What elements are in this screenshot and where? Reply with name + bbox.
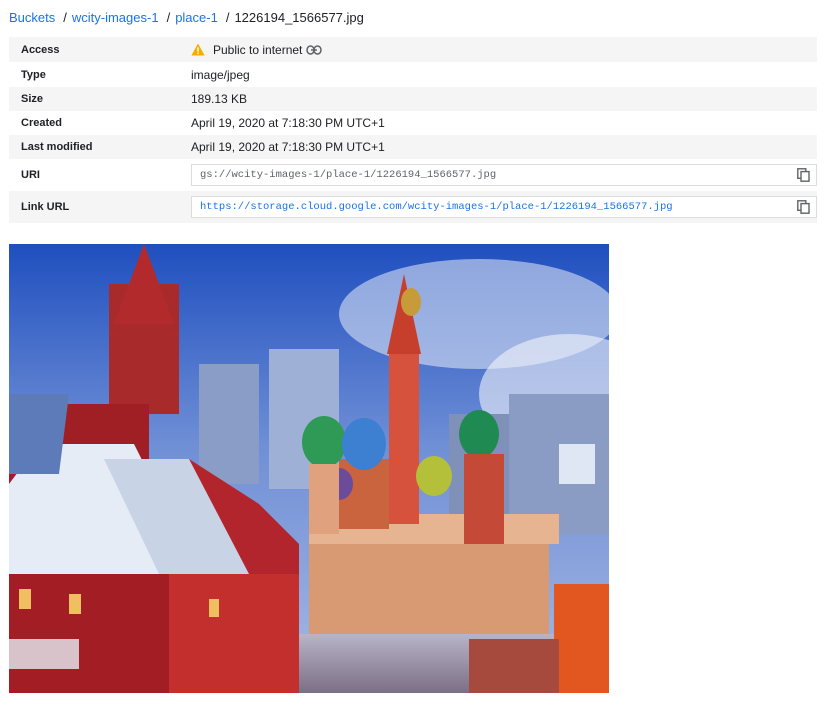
- type-label: Type: [21, 68, 46, 81]
- object-details-table: Access Public to internet Type image/jpe…: [9, 37, 817, 223]
- breadcrumb-current-file: 1226194_1566577.jpg: [234, 10, 364, 25]
- last-modified-value: April 19, 2020 at 7:18:30 PM UTC+1: [191, 140, 385, 154]
- copy-icon[interactable]: [797, 200, 810, 214]
- last-modified-label: Last modified: [21, 141, 93, 153]
- access-row: Access Public to internet: [9, 37, 817, 62]
- type-value: image/jpeg: [191, 67, 250, 82]
- breadcrumb-buckets-link[interactable]: Buckets: [9, 10, 55, 25]
- uri-field[interactable]: gs://wcity-images-1/place-1/1226194_1566…: [191, 164, 817, 186]
- type-row: Type image/jpeg: [9, 62, 817, 87]
- link-url-field[interactable]: https://storage.cloud.google.com/wcity-i…: [191, 196, 817, 218]
- breadcrumb-separator: /: [63, 10, 67, 25]
- warning-icon: [191, 43, 205, 56]
- link-url-value[interactable]: https://storage.cloud.google.com/wcity-i…: [200, 201, 673, 213]
- copy-icon[interactable]: [797, 168, 810, 182]
- size-label: Size: [21, 93, 44, 105]
- size-row: Size 189.13 KB: [9, 87, 817, 111]
- created-value: April 19, 2020 at 7:18:30 PM UTC+1: [191, 116, 385, 130]
- size-value: 189.13 KB: [191, 92, 248, 106]
- created-label: Created: [21, 117, 62, 129]
- created-row: Created April 19, 2020 at 7:18:30 PM UTC…: [9, 111, 817, 135]
- breadcrumb-separator: /: [166, 10, 171, 25]
- breadcrumb: Buckets / wcity-images-1 / place-1 / 1226194_1…: [9, 9, 364, 27]
- access-value: Public to internet: [213, 42, 303, 57]
- link-url-cell: https://storage.cloud.google.com/wcity-i…: [179, 191, 817, 223]
- access-label: Access: [21, 43, 60, 56]
- access-value-cell: Public to internet: [179, 37, 817, 62]
- uri-label: URI: [21, 169, 40, 181]
- breadcrumb-bucket-link[interactable]: wcity-images-1: [72, 10, 159, 25]
- uri-cell: gs://wcity-images-1/place-1/1226194_1566…: [179, 159, 817, 191]
- breadcrumb-folder-link[interactable]: place-1: [175, 10, 218, 25]
- link-icon[interactable]: [306, 44, 323, 55]
- last-modified-row: Last modified April 19, 2020 at 7:18:30 …: [9, 135, 817, 159]
- uri-row: URI gs://wcity-images-1/place-1/1226194_…: [9, 159, 817, 191]
- image-preview: [9, 244, 609, 693]
- link-url-label: Link URL: [21, 201, 70, 213]
- link-url-row: Link URL https://storage.cloud.google.co…: [9, 191, 817, 223]
- breadcrumb-separator: /: [225, 10, 230, 25]
- uri-value[interactable]: gs://wcity-images-1/place-1/1226194_1566…: [200, 169, 496, 181]
